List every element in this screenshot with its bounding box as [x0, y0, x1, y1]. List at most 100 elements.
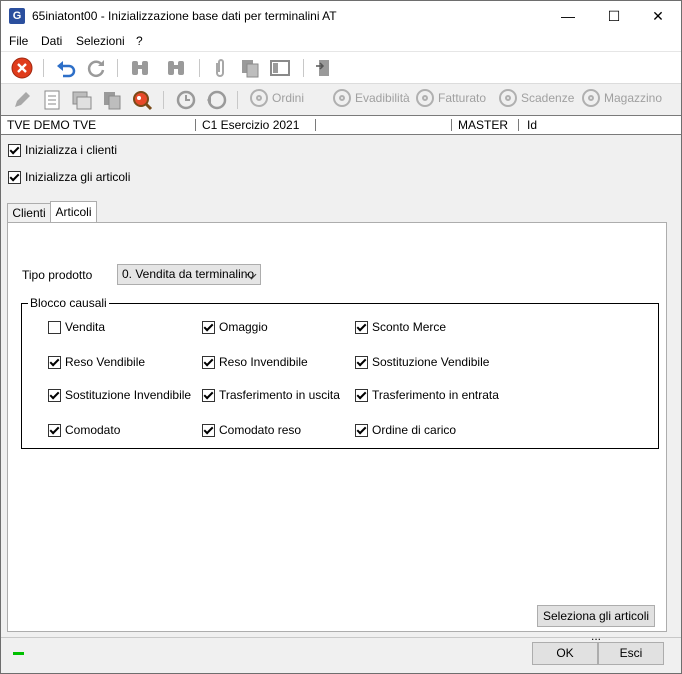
tab-articoli[interactable]: Articoli — [50, 201, 97, 223]
user-name: MASTER — [458, 118, 509, 132]
causale-checkbox[interactable]: Sostituzione Invendibile — [48, 388, 191, 402]
toolbar-separator — [163, 91, 164, 109]
causale-checkbox[interactable]: Comodato reso — [202, 423, 301, 437]
fatturato-button[interactable]: Fatturato — [416, 89, 486, 111]
tab-panel-articoli: Tipo prodotto 0. Vendita da terminalino … — [7, 222, 667, 643]
causale-checkbox[interactable]: Reso Vendibile — [48, 355, 145, 369]
checkbox-label: Reso Invendibile — [219, 355, 308, 369]
ordini-button[interactable]: Ordini — [250, 89, 304, 111]
checkbox-box[interactable] — [355, 423, 368, 437]
app-window: G 65iniatont00 - Inizializzazione base d… — [0, 0, 682, 674]
edit-pencil-icon[interactable] — [11, 89, 33, 111]
tab-clienti[interactable]: Clienti — [7, 203, 51, 223]
maximize-button[interactable]: ☐ — [591, 1, 637, 31]
minimize-button[interactable]: — — [545, 1, 591, 31]
copy-icon[interactable] — [239, 57, 261, 79]
causale-checkbox[interactable]: Trasferimento in entrata — [355, 388, 499, 402]
causale-checkbox[interactable]: Comodato — [48, 423, 120, 437]
history-icon[interactable] — [175, 89, 197, 111]
ordini-icon — [250, 89, 268, 107]
init-articles-checkbox[interactable]: Inizializza gli articoli — [8, 170, 130, 184]
records-icon[interactable] — [71, 89, 93, 111]
ok-button[interactable]: OK — [532, 642, 598, 665]
menu-bar: File Dati Selezioni ? — [1, 31, 681, 51]
checkbox-label: Comodato reso — [219, 423, 302, 437]
checkbox-box[interactable] — [48, 388, 61, 402]
checkbox-box[interactable] — [8, 143, 21, 157]
blocco-causali-group: Blocco causali Vendita Omaggio Sconto Merc… — [21, 296, 659, 449]
status-indicator — [13, 652, 24, 655]
checkbox-box[interactable] — [355, 355, 368, 369]
exit-door-icon[interactable] — [313, 57, 335, 79]
checkbox-box[interactable] — [355, 320, 368, 334]
info-separator — [451, 119, 452, 131]
checkbox-label: Comodato — [65, 423, 121, 437]
select-articles-button[interactable]: Seleziona gli articoli ... — [537, 605, 655, 643]
evadibilita-icon — [333, 89, 351, 107]
checkbox-label: Sostituzione Invendibile — [65, 388, 192, 402]
binoculars-icon[interactable] — [129, 57, 151, 79]
checkbox-box[interactable] — [48, 320, 61, 334]
context-info-bar: TVE DEMO TVE C1 Esercizio 2021 MASTER Id — [1, 115, 681, 135]
causale-checkbox[interactable]: Vendita — [48, 320, 105, 334]
close-button[interactable]: ✕ — [635, 1, 681, 31]
checkbox-label: Sconto Merce — [372, 320, 447, 334]
document-list-icon[interactable] — [41, 89, 63, 111]
toolbar-separator — [117, 59, 118, 77]
checkbox-label: Inizializza i clienti — [25, 143, 118, 157]
menu-file[interactable]: File — [9, 34, 28, 48]
fiscal-year: C1 Esercizio 2021 — [202, 118, 300, 132]
refresh-icon[interactable] — [85, 57, 107, 79]
checkbox-box[interactable] — [202, 388, 215, 402]
checkbox-box[interactable] — [202, 423, 215, 437]
attachment-icon[interactable] — [209, 57, 231, 79]
history-back-icon[interactable] — [205, 89, 227, 111]
toolbar-main — [1, 51, 681, 84]
scadenze-icon — [499, 89, 517, 107]
toolbar-separator — [43, 59, 44, 77]
checkbox-label: Trasferimento in uscita — [219, 388, 340, 402]
init-clients-checkbox[interactable]: Inizializza i clienti — [8, 143, 117, 157]
checkbox-box[interactable] — [355, 388, 368, 402]
menu-help[interactable]: ? — [136, 34, 143, 48]
causale-checkbox[interactable]: Omaggio — [202, 320, 268, 334]
evadibilita-button[interactable]: Evadibilità — [333, 89, 410, 111]
cancel-icon[interactable] — [11, 57, 33, 79]
checkbox-box[interactable] — [8, 170, 21, 184]
title-bar: G 65iniatont00 - Inizializzazione base d… — [1, 1, 681, 31]
search-magnifier-icon[interactable] — [131, 89, 153, 111]
toolbar-separator — [303, 59, 304, 77]
find-next-icon[interactable] — [165, 57, 187, 79]
info-separator — [315, 119, 316, 131]
checkbox-box[interactable] — [202, 320, 215, 334]
duplicate-icon[interactable] — [101, 89, 123, 111]
id-field: Id — [527, 118, 538, 132]
checkbox-box[interactable] — [48, 355, 61, 369]
causale-checkbox[interactable]: Trasferimento in uscita — [202, 388, 340, 402]
checkbox-label: Reso Vendibile — [65, 355, 146, 369]
checkbox-label: Ordine di carico — [372, 423, 457, 437]
menu-selezioni[interactable]: Selezioni — [76, 34, 125, 48]
exit-button[interactable]: Esci — [598, 642, 664, 665]
window-title: 65iniatont00 - Inizializzazione base dat… — [32, 9, 337, 23]
checkbox-box[interactable] — [202, 355, 215, 369]
causale-checkbox[interactable]: Sconto Merce — [355, 320, 446, 334]
menu-dati[interactable]: Dati — [41, 34, 62, 48]
layout-icon[interactable] — [269, 57, 291, 79]
tipo-prodotto-select[interactable]: 0. Vendita da terminalino — [117, 264, 261, 285]
causale-checkbox[interactable]: Sostituzione Vendibile — [355, 355, 489, 369]
group-title: Blocco causali — [28, 296, 109, 310]
fatturato-icon — [416, 89, 434, 107]
causale-checkbox[interactable]: Ordine di carico — [355, 423, 456, 437]
magazzino-icon — [582, 89, 600, 107]
checkbox-label: Vendita — [65, 320, 106, 334]
checkbox-box[interactable] — [48, 423, 61, 437]
magazzino-button[interactable]: Magazzino — [582, 89, 662, 111]
checkbox-label: Trasferimento in entrata — [372, 388, 499, 402]
scadenze-button[interactable]: Scadenze — [499, 89, 574, 111]
company-name: TVE DEMO TVE — [7, 118, 97, 132]
causale-checkbox[interactable]: Reso Invendibile — [202, 355, 308, 369]
undo-icon[interactable] — [55, 57, 77, 79]
app-logo-icon: G — [9, 8, 25, 24]
bottom-bar: OK Esci — [1, 637, 681, 673]
